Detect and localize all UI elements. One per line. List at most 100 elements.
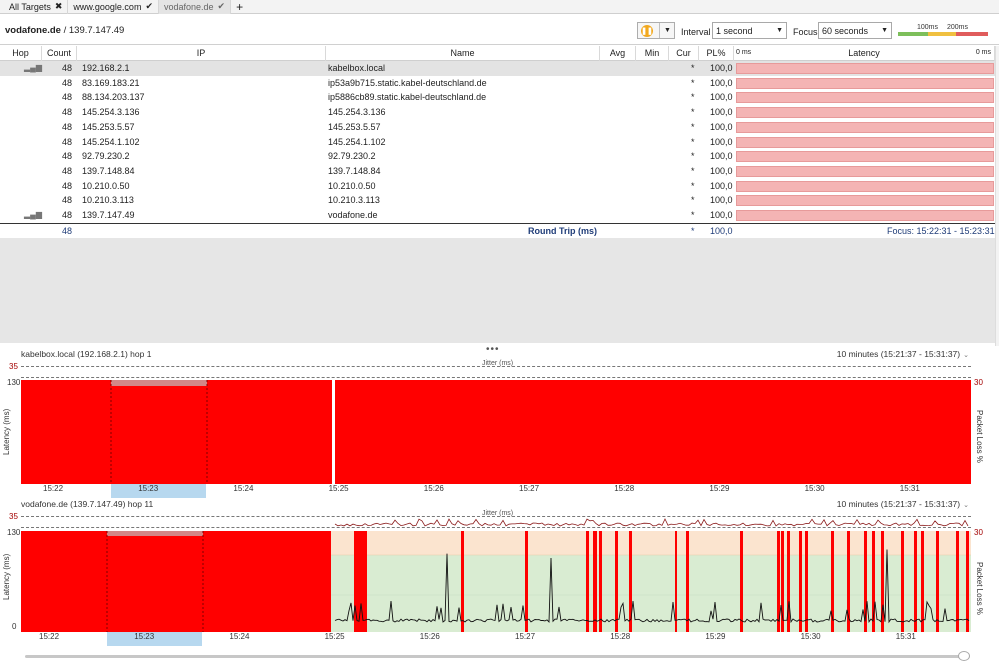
- loss-bar: [805, 531, 808, 632]
- graph1-focus-top: [111, 380, 207, 386]
- table-header: Hop Count IP Name Avg Min Cur PL% 0 ms L…: [0, 46, 999, 61]
- graph2-ymin: 0: [12, 622, 17, 631]
- cell-count: 48: [61, 77, 72, 88]
- cell-pl: 100,0: [710, 63, 733, 73]
- x-tick-label: 15:23: [134, 632, 155, 641]
- cell-name: ip53a9b715.static.kabel-deutschland.de: [328, 77, 487, 88]
- cell-count: 48: [61, 210, 72, 220]
- col-min[interactable]: Min: [636, 46, 669, 61]
- loss-bar: [901, 531, 904, 632]
- cell-ip: 88.134.203.137: [82, 92, 145, 103]
- latency-axis-left: 0 ms: [736, 49, 752, 56]
- graph1-plot[interactable]: [21, 380, 971, 484]
- horizontal-scrollbar[interactable]: [25, 655, 970, 658]
- graph2-plot[interactable]: [21, 531, 971, 632]
- latency-loss-bar: [736, 180, 994, 192]
- x-tick-label: 15:28: [610, 632, 631, 641]
- x-tick-label: 15:27: [519, 484, 540, 493]
- cell-name: 145.254.3.136: [328, 107, 386, 118]
- col-cur[interactable]: Cur: [669, 46, 699, 61]
- graph2-title: vodafone.de (139.7.147.49) hop 11: [21, 499, 154, 509]
- col-name[interactable]: Name: [326, 46, 600, 61]
- cell-cur: *: [691, 151, 695, 162]
- target-ip: / 139.7.147.49: [60, 25, 125, 36]
- col-pl[interactable]: PL%: [699, 46, 734, 61]
- pause-icon: ❚❚: [641, 24, 653, 37]
- cell-pl: 100,0: [710, 195, 733, 206]
- add-tab-button[interactable]: +: [231, 1, 248, 13]
- table-row[interactable]: 48 145.254.1.102 145.254.1.102 * 100,0: [0, 135, 995, 150]
- cell-count: 48: [61, 63, 72, 73]
- tab-google[interactable]: www.google.com ✔: [68, 0, 159, 14]
- table-row[interactable]: 48 145.253.5.57 145.253.5.57 * 100,0: [0, 120, 995, 135]
- rt-pl: 100,0: [710, 226, 733, 236]
- cell-pl: 100,0: [710, 107, 733, 118]
- loss-bar: [675, 531, 677, 632]
- loss-bar: [354, 531, 367, 632]
- loss-bar: [956, 531, 959, 632]
- table-row[interactable]: ▂▄▆ 48 139.7.147.49 vodafone.de * 100,0: [0, 208, 995, 223]
- legend-good: [898, 32, 928, 36]
- cell-name: 145.253.5.57: [328, 121, 381, 132]
- cell-cur: *: [691, 165, 695, 176]
- graph2-range[interactable]: 10 minutes (15:21:37 - 15:31:37) ⌄: [837, 499, 969, 509]
- cell-count: 48: [61, 165, 72, 176]
- col-count[interactable]: Count: [42, 46, 77, 61]
- graph1-losslabel: Packet Loss %: [975, 410, 984, 463]
- close-icon[interactable]: ✖: [55, 1, 63, 12]
- cell-pl: 100,0: [710, 121, 733, 132]
- interval-select[interactable]: 1 second ▼: [712, 22, 787, 39]
- check-icon: ✔: [145, 1, 153, 11]
- tab-label: vodafone.de: [164, 1, 214, 12]
- loss-bar: [686, 531, 689, 632]
- cell-pl: 100,0: [710, 165, 733, 176]
- cell-pl: 100,0: [710, 92, 733, 103]
- splitter-handle[interactable]: •••: [486, 344, 500, 355]
- col-ip[interactable]: IP: [77, 46, 326, 61]
- pause-button[interactable]: ❚❚ ▼: [637, 22, 675, 39]
- rt-focus: Focus: 15:22:31 - 15:23:31: [887, 226, 995, 236]
- col-hop[interactable]: Hop: [0, 46, 42, 61]
- cell-ip: 139.7.147.49: [82, 210, 135, 220]
- table-row[interactable]: 48 88.134.203.137 ip5886cb89.static.kabel-…: [0, 90, 995, 105]
- graph1-range[interactable]: 10 minutes (15:21:37 - 15:31:37) ⌄: [837, 349, 969, 359]
- graph2-focus-top: [107, 531, 203, 536]
- chart-icon[interactable]: ▂▄▆: [24, 208, 42, 223]
- cell-name: 139.7.148.84: [328, 165, 381, 176]
- latency-loss-bar: [736, 121, 994, 133]
- table-row[interactable]: 48 92.79.230.2 92.79.230.2 * 100,0: [0, 149, 995, 164]
- table-row[interactable]: 48 139.7.148.84 139.7.148.84 * 100,0: [0, 164, 995, 179]
- chevron-down-icon[interactable]: ▼: [659, 23, 671, 38]
- table-row[interactable]: ▂▄▆ 48 192.168.2.1 kabelbox.local * 100,0: [0, 61, 995, 76]
- chart-icon[interactable]: ▂▄▆: [24, 61, 42, 76]
- cell-pl: 100,0: [710, 151, 733, 162]
- table-row[interactable]: 48 10.210.0.50 10.210.0.50 * 100,0: [0, 179, 995, 194]
- chevron-down-icon: ⌄: [963, 502, 969, 509]
- focus-select[interactable]: 60 seconds ▼: [818, 22, 892, 39]
- cell-cur: *: [691, 107, 695, 118]
- vertical-scrollbar[interactable]: [995, 46, 999, 346]
- col-avg[interactable]: Avg: [600, 46, 636, 61]
- graph2-x-axis: 15:22 15:23 15:24 15:25 15:26 15:27 15:28 15:29…: [21, 632, 971, 644]
- latency-loss-bar: [736, 165, 994, 177]
- cell-ip: 10.210.0.50: [82, 180, 130, 191]
- table-row[interactable]: 48 10.210.3.113 10.210.3.113 * 100,0: [0, 193, 995, 208]
- cell-count: 48: [61, 92, 72, 103]
- x-tick-label: 15:22: [39, 632, 60, 641]
- tab-vodafone[interactable]: vodafone.de ✔: [159, 0, 232, 14]
- x-tick-label: 15:25: [324, 632, 345, 641]
- cell-cur: *: [691, 210, 695, 220]
- loss-bar: [593, 531, 597, 632]
- latency-loss-bar: [736, 195, 994, 207]
- cell-cur: *: [691, 136, 695, 147]
- round-trip-row: 48 Round Trip (ms) * 100,0 Focus: 15:22:…: [0, 223, 995, 238]
- loss-bar: [914, 531, 917, 632]
- table-row[interactable]: 48 83.169.183.21 ip53a9b715.static.kabel-d…: [0, 76, 995, 91]
- loss-bar: [936, 531, 939, 632]
- col-latency[interactable]: 0 ms Latency 0 ms: [734, 46, 995, 61]
- tab-all-targets[interactable]: All Targets ✖: [4, 0, 69, 14]
- cell-pl: 100,0: [710, 77, 733, 88]
- table-row[interactable]: 48 145.254.3.136 145.254.3.136 * 100,0: [0, 105, 995, 120]
- tab-label: www.google.com: [73, 1, 142, 12]
- graph1-jitter-line: [21, 366, 971, 367]
